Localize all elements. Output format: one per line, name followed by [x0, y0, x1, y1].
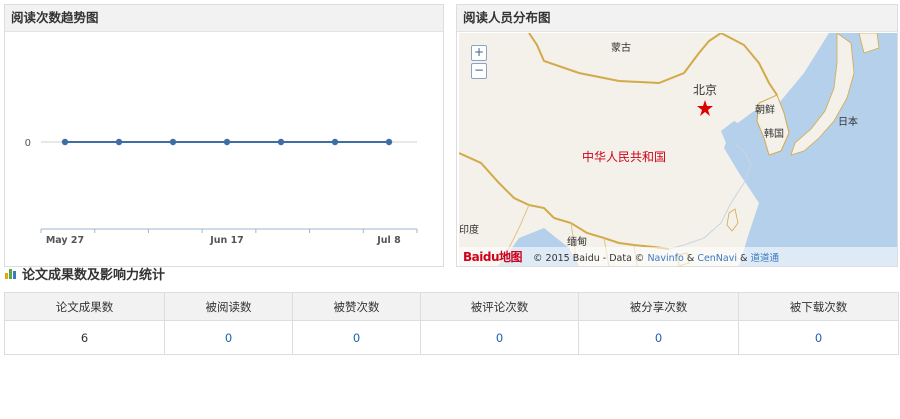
reader-distribution-title: 阅读人员分布图 — [457, 5, 897, 32]
west-border — [459, 152, 555, 219]
map-label-south-korea: 韩国 — [764, 129, 784, 140]
reading-trend-chart: 0 May 27 Jun 17 Jul 8 — [5, 32, 443, 266]
trend-chart-svg: 0 May 27 Jun 17 Jul 8 — [25, 138, 418, 246]
map-label-north-korea: 朝鲜 — [755, 105, 775, 116]
map-label-japan: 日本 — [838, 117, 858, 128]
value-downloads-link[interactable]: 0 — [738, 320, 899, 355]
cennavi-link[interactable]: CenNavi — [697, 253, 737, 264]
x-tick-label: May 27 — [46, 235, 84, 246]
x-tick-label: Jun 17 — [209, 235, 244, 246]
stats-title-text: 论文成果数及影响力统计 — [22, 268, 166, 283]
copyright-text: © 2015 Baidu - Data © — [533, 253, 645, 264]
amp-1: & — [686, 253, 695, 264]
map-canvas[interactable] — [459, 33, 897, 266]
header-shares: 被分享次数 — [578, 292, 739, 321]
series-point — [169, 138, 177, 146]
series-point — [223, 138, 231, 146]
x-tick-label: Jul 8 — [376, 235, 401, 246]
series-point — [277, 138, 285, 146]
y-tick-label: 0 — [25, 138, 31, 149]
navinfo-link[interactable]: Navinfo — [647, 253, 683, 264]
value-papers: 6 — [4, 320, 165, 355]
stats-table: 论文成果数 被阅读数 被赞次数 被评论次数 被分享次数 被下载次数 6 0 0 … — [4, 292, 899, 355]
zoom-in-button[interactable]: + — [471, 45, 487, 61]
map-label-mongolia: 蒙古 — [611, 43, 631, 54]
value-reads-link[interactable]: 0 — [164, 320, 293, 355]
amp-2: & — [740, 253, 748, 264]
taiwan — [726, 208, 739, 232]
header-comments: 被评论次数 — [420, 292, 579, 321]
daodaotong-link[interactable]: 道道通 — [751, 253, 780, 264]
beijing-star-icon[interactable] — [697, 100, 713, 116]
map-label-beijing: 北京 — [693, 83, 718, 97]
reader-distribution-panel: 阅读人员分布图 + − 蒙古 北京 朝鲜 韩国 日本 中华人民共和国 印度 缅甸… — [456, 4, 898, 267]
map-attribution-bar: Baidu地图 © 2015 Baidu - Data © Navinfo & … — [459, 247, 897, 266]
map-label-myanmar: 缅甸 — [567, 237, 587, 248]
reading-trend-title: 阅读次数趋势图 — [5, 5, 443, 32]
value-likes-link[interactable]: 0 — [292, 320, 421, 355]
series-point — [331, 138, 339, 146]
bar-chart-icon — [4, 266, 18, 285]
zoom-out-button[interactable]: − — [471, 63, 487, 79]
value-shares-link[interactable]: 0 — [578, 320, 739, 355]
stats-value-row: 6 0 0 0 0 0 — [4, 320, 899, 355]
series-point — [385, 138, 393, 146]
header-likes: 被赞次数 — [292, 292, 421, 321]
header-papers: 论文成果数 — [4, 292, 165, 321]
stats-section-title: 论文成果数及影响力统计 — [4, 266, 165, 284]
header-reads: 被阅读数 — [164, 292, 293, 321]
sea-area — [724, 33, 897, 266]
series-point — [115, 138, 123, 146]
baidu-map[interactable]: + − 蒙古 北京 朝鲜 韩国 日本 中华人民共和国 印度 缅甸 Baidu地图… — [459, 33, 897, 266]
value-comments-link[interactable]: 0 — [420, 320, 579, 355]
header-downloads: 被下载次数 — [738, 292, 899, 321]
map-copyright: © 2015 Baidu - Data © Navinfo & CenNavi … — [533, 250, 779, 264]
map-label-china: 中华人民共和国 — [582, 150, 667, 164]
series-point — [61, 138, 69, 146]
stats-header-row: 论文成果数 被阅读数 被赞次数 被评论次数 被分享次数 被下载次数 — [4, 292, 899, 321]
reading-trend-panel: 阅读次数趋势图 0 May 27 Jun 17 Jul 8 — [4, 4, 444, 267]
map-label-india: 印度 — [459, 225, 479, 236]
northeast-border — [720, 33, 778, 96]
baidu-map-logo: Baidu地图 — [463, 250, 523, 264]
